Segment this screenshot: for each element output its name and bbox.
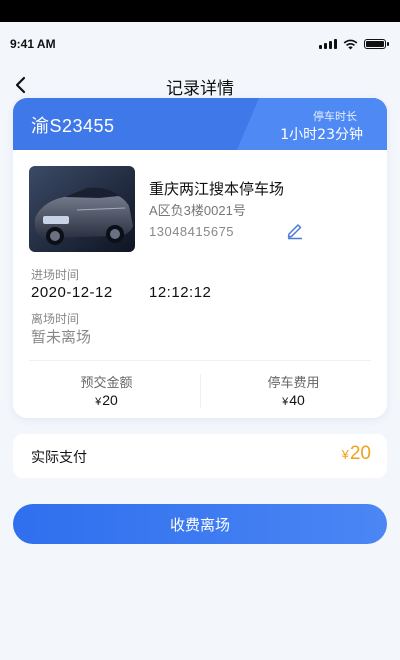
status-icons [319,39,389,50]
record-card: 渝S23455 停车时长 1小时23分钟 重庆两江搜本停车场 A区负3楼0021… [13,98,387,418]
parking-fee-label: 停车费用 [267,376,320,391]
actual-payment-card: 实际支付 ¥20 [13,434,387,478]
actual-payment-value: 20 [349,443,371,464]
divider [29,360,371,361]
signal-icon [319,39,337,49]
status-bar: 9:41 AM [0,22,400,66]
pencil-icon[interactable] [285,220,305,240]
chevron-left-icon[interactable] [10,74,32,96]
status-time: 9:41 AM [10,37,56,51]
exit-time-label: 离场时间 [31,312,80,326]
parking-lot-name: 重庆两江搜本停车场 [149,180,285,198]
wifi-icon [343,39,358,49]
top-frame [0,0,400,22]
parking-fee-amount: ¥40 [200,392,387,408]
exit-time-value: 暂未离场 [31,328,92,346]
entry-time-label: 进场时间 [31,268,80,282]
actual-payment-amount: ¥20 [342,443,371,465]
entry-date: 2020-12-12 [31,284,113,301]
actual-payment-label: 实际支付 [31,450,87,466]
parking-fee-value: 40 [289,392,305,408]
currency-symbol: ¥ [95,396,102,408]
charge-exit-button[interactable]: 收费离场 [13,504,387,544]
duration-label: 停车时长 [313,110,357,123]
parking-spot: A区负3楼0021号 [149,203,246,218]
entry-time: 12:12:12 [149,284,212,301]
license-plate: 渝S23455 [31,116,115,136]
currency-symbol: ¥ [341,447,349,462]
duration-value: 1小时23分钟 [280,127,363,143]
record-card-header: 渝S23455 停车时长 1小时23分钟 [13,98,387,150]
battery-icon [364,39,389,49]
currency-symbol: ¥ [282,396,289,408]
prepay-label: 预交金额 [80,376,133,391]
car-photo [29,166,135,252]
phone-number: 13048415675 [149,224,235,239]
prepay-amount: ¥20 [13,392,200,408]
page-title: 记录详情 [166,78,234,99]
prepay-amount-value: 20 [102,392,118,408]
